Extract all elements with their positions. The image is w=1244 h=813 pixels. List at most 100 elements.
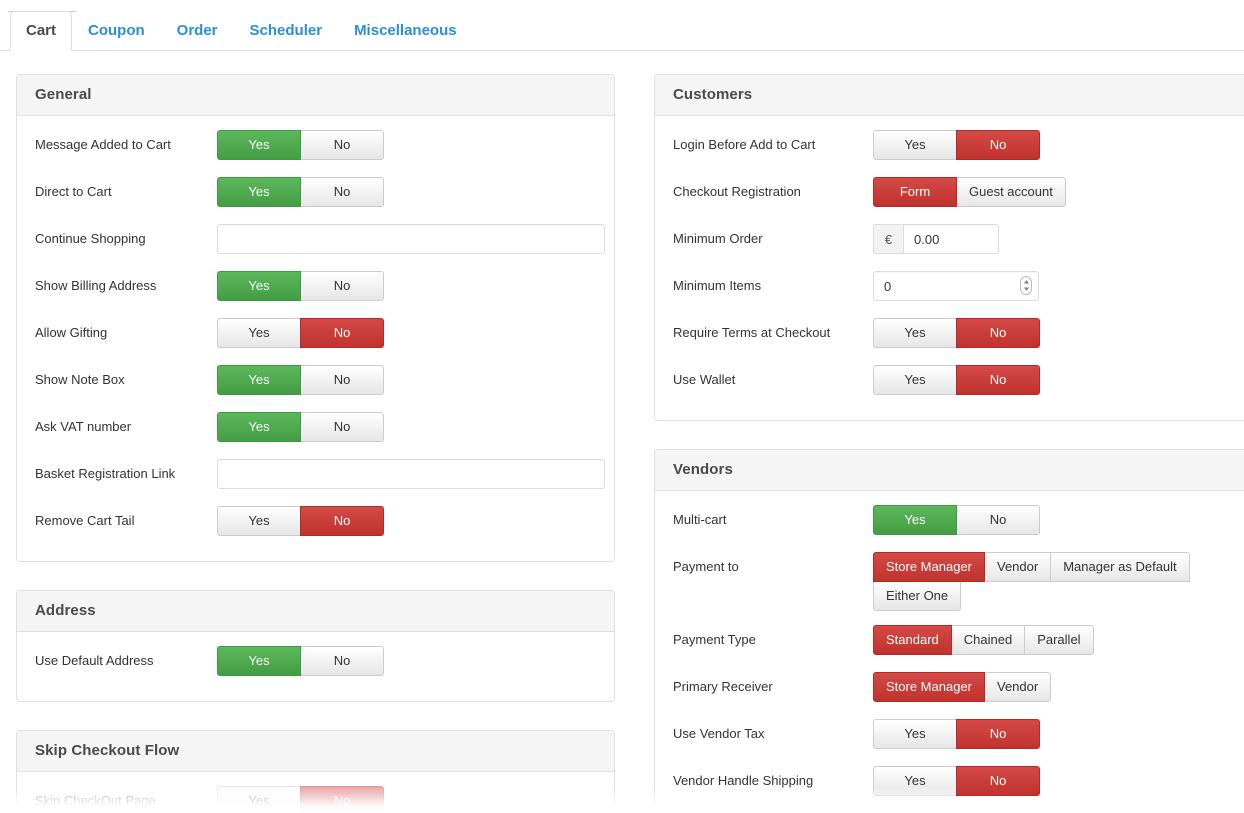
- panel-vendors-header: Vendors: [655, 450, 1244, 491]
- toggle-yes-option[interactable]: Yes: [873, 365, 957, 395]
- option-vendor[interactable]: Vendor: [984, 552, 1052, 582]
- toggle-no-option[interactable]: No: [956, 719, 1040, 749]
- toggle-yes-option[interactable]: Yes: [217, 365, 301, 395]
- option-vendor[interactable]: Vendor: [984, 672, 1052, 702]
- toggle-yes-option[interactable]: Yes: [217, 412, 301, 442]
- toggle-yes-option[interactable]: Yes: [217, 786, 301, 813]
- panel-skip-checkout-flow-header: Skip Checkout Flow: [17, 731, 614, 772]
- panel-customers-title: Customers: [673, 86, 753, 103]
- toggle-remove-cart-tail[interactable]: Yes No: [217, 506, 385, 536]
- toggle-skip-checkout-page[interactable]: Yes No: [217, 786, 385, 813]
- control-message-added-to-cart: Yes No: [217, 130, 596, 160]
- panel-skip-checkout-flow-title: Skip Checkout Flow: [35, 742, 180, 759]
- row-use-vendor-tax: Use Vendor Tax Yes No: [673, 719, 1241, 752]
- toggle-no-option[interactable]: No: [300, 506, 384, 536]
- toggle-no-option[interactable]: No: [300, 365, 384, 395]
- panel-customers: Customers Login Before Add to Cart Yes N…: [654, 74, 1244, 421]
- label-remove-cart-tail: Remove Cart Tail: [35, 513, 135, 528]
- toggle-no-option[interactable]: No: [956, 505, 1040, 535]
- toggle-yes-option[interactable]: Yes: [873, 318, 957, 348]
- toggle-require-terms-at-checkout[interactable]: Yes No: [873, 318, 1041, 348]
- toggle-yes-option[interactable]: Yes: [217, 271, 301, 301]
- row-minimum-items: Minimum Items: [673, 271, 1241, 304]
- tab-scheduler[interactable]: Scheduler: [234, 11, 339, 51]
- control-use-vendor-tax: Yes No: [873, 719, 1241, 749]
- toggle-yes-option[interactable]: Yes: [217, 177, 301, 207]
- tab-coupon-label: Coupon: [88, 22, 145, 39]
- toggle-no-option[interactable]: No: [300, 318, 384, 348]
- toggle-show-note-box[interactable]: Yes No: [217, 365, 385, 395]
- option-group-checkout-registration[interactable]: Form Guest account: [873, 177, 1241, 207]
- toggle-use-default-address[interactable]: Yes No: [217, 646, 385, 676]
- toggle-yes-option[interactable]: Yes: [217, 130, 301, 160]
- row-direct-to-cart: Direct to Cart Yes No: [35, 177, 596, 210]
- toggle-no-option[interactable]: No: [956, 130, 1040, 160]
- option-standard[interactable]: Standard: [873, 625, 952, 655]
- toggle-use-wallet[interactable]: Yes No: [873, 365, 1041, 395]
- toggle-allow-gifting[interactable]: Yes No: [217, 318, 385, 348]
- continue-shopping-input[interactable]: [217, 224, 605, 254]
- toggle-login-before-add-to-cart[interactable]: Yes No: [873, 130, 1041, 160]
- option-store-manager[interactable]: Store Manager: [873, 672, 985, 702]
- toggle-no-option[interactable]: No: [300, 177, 384, 207]
- option-group-payment-type[interactable]: Standard Chained Parallel: [873, 625, 1241, 655]
- toggle-no-option[interactable]: No: [300, 412, 384, 442]
- toggle-no-option[interactable]: No: [956, 318, 1040, 348]
- toggle-no-option[interactable]: No: [956, 766, 1040, 796]
- toggle-no-option[interactable]: No: [300, 130, 384, 160]
- label-allow-gifting: Allow Gifting: [35, 325, 108, 340]
- row-continue-shopping: Continue Shopping: [35, 224, 605, 257]
- control-require-terms-at-checkout: Yes No: [873, 318, 1241, 348]
- label-primary-receiver: Primary Receiver: [673, 679, 773, 694]
- label-direct-to-cart: Direct to Cart: [35, 184, 112, 199]
- toggle-vendor-handle-shipping[interactable]: Yes No: [873, 766, 1041, 796]
- toggle-message-added-to-cart[interactable]: Yes No: [217, 130, 385, 160]
- toggle-yes-option[interactable]: Yes: [217, 318, 301, 348]
- spinner-up-down-icon[interactable]: [1020, 276, 1032, 295]
- toggle-show-billing-address[interactable]: Yes No: [217, 271, 385, 301]
- row-payment-type: Payment Type Standard Chained Parallel: [673, 625, 1241, 658]
- option-either-one[interactable]: Either One: [873, 581, 962, 611]
- toggle-no-option[interactable]: No: [300, 786, 384, 813]
- toggle-no-option[interactable]: No: [956, 365, 1040, 395]
- option-form[interactable]: Form: [873, 177, 957, 207]
- control-remove-cart-tail: Yes No: [217, 506, 596, 536]
- toggle-yes-option[interactable]: Yes: [217, 646, 301, 676]
- toggle-yes-option[interactable]: Yes: [217, 506, 301, 536]
- toggle-multi-cart[interactable]: Yes No: [873, 505, 1041, 535]
- toggle-direct-to-cart[interactable]: Yes No: [217, 177, 385, 207]
- toggle-no-option[interactable]: No: [300, 646, 384, 676]
- minimum-items-input[interactable]: [873, 271, 1039, 301]
- label-basket-registration-link: Basket Registration Link: [35, 466, 176, 481]
- row-checkout-registration: Checkout Registration Form Guest account: [673, 177, 1241, 210]
- panel-address: Address Use Default Address Yes No: [16, 590, 615, 702]
- option-group-primary-receiver[interactable]: Store Manager Vendor: [873, 672, 1241, 702]
- tab-miscellaneous[interactable]: Miscellaneous: [338, 11, 473, 51]
- toggle-no-option[interactable]: No: [300, 271, 384, 301]
- tab-coupon[interactable]: Coupon: [72, 11, 161, 51]
- option-group-payment-to[interactable]: Store Manager Vendor Manager as Default …: [873, 552, 1193, 611]
- option-manager-as-default[interactable]: Manager as Default: [1050, 552, 1190, 582]
- row-basket-registration-link: Basket Registration Link: [35, 459, 605, 492]
- option-guest-account[interactable]: Guest account: [956, 177, 1066, 207]
- tab-cart[interactable]: Cart: [10, 11, 73, 51]
- option-parallel[interactable]: Parallel: [1024, 625, 1094, 655]
- control-minimum-order: €: [873, 224, 1241, 254]
- panel-general: General Message Added to Cart Yes No Dir…: [16, 74, 615, 562]
- settings-tabbar: Cart Coupon Order Scheduler Miscellaneou…: [0, 11, 1244, 51]
- toggle-yes-option[interactable]: Yes: [873, 719, 957, 749]
- basket-registration-link-input[interactable]: [217, 459, 605, 489]
- option-chained[interactable]: Chained: [950, 625, 1026, 655]
- toggle-yes-option[interactable]: Yes: [873, 130, 957, 160]
- control-multi-cart: Yes No: [873, 505, 1241, 535]
- left-column: General Message Added to Cart Yes No Dir…: [16, 74, 615, 813]
- toggle-ask-vat-number[interactable]: Yes No: [217, 412, 385, 442]
- toggle-yes-option[interactable]: Yes: [873, 766, 957, 796]
- toggle-yes-option[interactable]: Yes: [873, 505, 957, 535]
- tab-order[interactable]: Order: [161, 11, 234, 51]
- control-vendor-handle-shipping: Yes No: [873, 766, 1241, 796]
- tab-cart-label: Cart: [26, 22, 57, 39]
- option-store-manager[interactable]: Store Manager: [873, 552, 985, 582]
- toggle-use-vendor-tax[interactable]: Yes No: [873, 719, 1041, 749]
- minimum-order-input[interactable]: [903, 224, 999, 254]
